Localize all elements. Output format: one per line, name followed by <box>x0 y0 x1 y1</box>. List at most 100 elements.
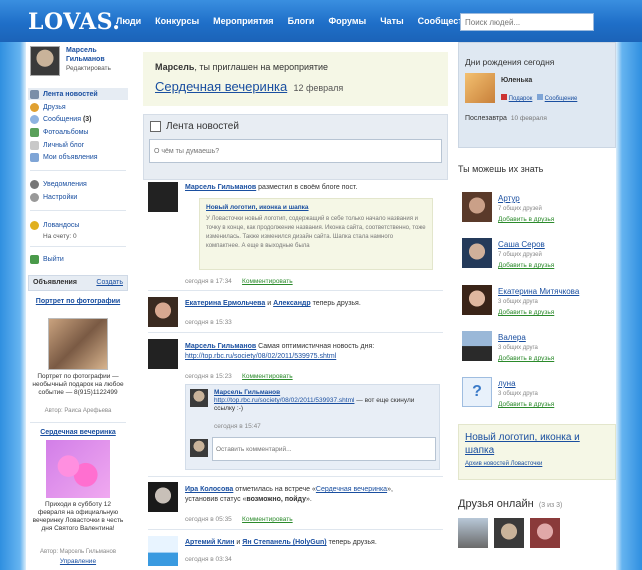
comment-input[interactable] <box>212 437 436 461</box>
feed-author-link[interactable]: Ира Колосова <box>185 486 233 493</box>
common-friends: 3 общих друга <box>498 345 538 351</box>
birthdays-panel: Дни рождения сегодня Юленька Подарок Соо… <box>458 42 616 148</box>
avatar[interactable] <box>148 536 178 566</box>
avatar[interactable] <box>148 297 178 327</box>
add-friend-link[interactable]: Добавить в друзья <box>498 216 554 223</box>
feed-author-link[interactable]: Артемий Клин <box>185 539 234 546</box>
feed-author-link[interactable]: Марсель Гильманов <box>185 184 256 191</box>
nav-events[interactable]: Мероприятия <box>213 16 273 26</box>
add-friend-link[interactable]: Добавить в друзья <box>498 309 554 316</box>
ad-manage-link[interactable]: Управление <box>28 558 128 565</box>
status-input[interactable] <box>149 139 442 163</box>
feed-author-link[interactable]: Марсель Гильманов <box>185 343 256 350</box>
online-friend-avatar[interactable] <box>494 518 524 548</box>
menu-notifications[interactable]: Уведомления <box>30 180 87 189</box>
common-friends: 7 общих друзей <box>498 252 542 258</box>
invite-event-link[interactable]: Сердечная вечеринка <box>155 79 287 94</box>
avatar[interactable] <box>465 73 495 103</box>
create-ad-link[interactable]: Создать <box>96 279 123 286</box>
nav-blogs[interactable]: Блоги <box>288 16 315 26</box>
birthday-person[interactable]: Юленька <box>501 77 532 84</box>
ad-image-hearts[interactable] <box>46 440 110 498</box>
divider <box>148 332 443 333</box>
add-friend-link[interactable]: Добавить в друзья <box>498 262 554 269</box>
friend-name-link[interactable]: Екатерина Митячкова <box>498 287 579 296</box>
nav-chats[interactable]: Чаты <box>380 16 403 26</box>
event-link[interactable]: Сердечная вечеринка <box>316 486 387 493</box>
friend-name-link[interactable]: Саша Серов <box>498 240 545 249</box>
avatar[interactable] <box>462 192 492 222</box>
avatar[interactable] <box>190 389 208 407</box>
nav-contests[interactable]: Конкурсы <box>155 16 199 26</box>
feed-title: Лента новостей <box>166 121 239 132</box>
feed-meta: сегодня в 03:34 <box>185 554 232 563</box>
avatar[interactable] <box>462 331 492 361</box>
menu-feed[interactable]: Лента новостей <box>30 90 98 99</box>
comment-url-link[interactable]: http://top.rbc.ru/society/08/02/2011/539… <box>214 397 354 404</box>
feed-url-link[interactable]: http://top.rbc.ru/society/08/02/2011/539… <box>185 353 336 360</box>
avatar[interactable] <box>148 482 178 512</box>
comment-link[interactable]: Комментировать <box>242 278 293 285</box>
conjunction: и <box>267 300 272 307</box>
nav-forums[interactable]: Форумы <box>328 16 366 26</box>
gift-link[interactable]: Подарок <box>509 96 533 102</box>
blog-news-link[interactable]: Новый логотип, иконка и шапка <box>465 431 609 457</box>
ad-title[interactable]: Сердечная вечеринка <box>28 429 128 436</box>
feed-item-text: Артемий Клин и Ян Степанель (HolyGun) те… <box>185 539 445 546</box>
post-excerpt: У Ловасточки новый логотип, содержащий в… <box>206 216 426 249</box>
feed-time: сегодня в 05:35 <box>185 516 232 523</box>
feed-meta: сегодня в 15:23 Комментировать <box>185 371 293 380</box>
ad-text: Приходи в субботу 12 февраля на официаль… <box>32 501 124 532</box>
feed-item-text: Ира Колосова отметилась на встрече «Серд… <box>185 485 445 505</box>
comment-author-link[interactable]: Марсель Гильманов <box>214 389 280 396</box>
comment-link[interactable]: Комментировать <box>242 516 293 523</box>
question-mark-icon[interactable]: ? <box>462 377 492 407</box>
menu-blog[interactable]: Личный блог <box>30 141 84 150</box>
ad-image-portrait[interactable] <box>48 318 108 370</box>
bell-icon <box>30 180 39 189</box>
divider <box>148 476 443 477</box>
menu-settings[interactable]: Настройки <box>30 193 77 202</box>
user-name[interactable]: Марсель Гильманов <box>66 46 128 64</box>
blog-news-widget: Новый логотип, иконка и шапка Архив ново… <box>458 424 616 480</box>
menu-friends[interactable]: Друзья <box>30 103 66 112</box>
blog-icon <box>30 141 39 150</box>
comment-link[interactable]: Комментировать <box>242 373 293 380</box>
avatar[interactable] <box>462 238 492 268</box>
online-friend-avatar[interactable] <box>458 518 488 548</box>
friend-name-link[interactable]: Валера <box>498 333 526 342</box>
message-link[interactable]: Сообщение <box>545 96 578 102</box>
user-avatar[interactable] <box>30 46 60 76</box>
avatar[interactable] <box>148 339 178 369</box>
birthdays-title: Дни рождения сегодня <box>465 57 555 67</box>
menu-my-ads[interactable]: Мои объявления <box>30 153 98 162</box>
avatar[interactable] <box>462 285 492 315</box>
post-title-link[interactable]: Новый логотип, иконка и шапка <box>206 204 426 211</box>
ad-title[interactable]: Портрет по фотографии <box>28 297 128 306</box>
feed-panel: Лента новостей <box>143 114 448 180</box>
menu-messages[interactable]: Сообщения (3) <box>30 115 92 124</box>
comment-text: Марсель Гильманов http://top.rbc.ru/soci… <box>214 389 434 413</box>
menu-photos[interactable]: Фотоальбомы <box>30 128 88 137</box>
nav-people[interactable]: Люди <box>116 16 141 26</box>
add-friend-link[interactable]: Добавить в друзья <box>498 355 554 362</box>
edit-profile-link[interactable]: Редактировать <box>66 65 111 72</box>
site-logo[interactable]: LOVAS. <box>28 9 120 35</box>
news-archive-link[interactable]: Архив новостей Ловасточки <box>465 461 609 467</box>
status-prefix: установив статус « <box>185 496 247 503</box>
online-count: (3 из 3) <box>538 502 563 509</box>
friend-name-link[interactable]: Артур <box>498 194 520 203</box>
search-input[interactable] <box>460 13 594 31</box>
feed-author2-link[interactable]: Александр <box>273 300 311 307</box>
menu-lovadosy[interactable]: Ловандосы <box>30 221 79 230</box>
add-friend-link[interactable]: Добавить в друзья <box>498 401 554 408</box>
feed-author-link[interactable]: Екатерина Ермольчева <box>185 300 265 307</box>
online-friend-avatar[interactable] <box>530 518 560 548</box>
friend-name-link[interactable]: луна <box>498 379 516 388</box>
ads-header: Объявления Создать <box>28 275 128 291</box>
online-title: Друзья онлайн <box>458 498 534 510</box>
menu-logout[interactable]: Выйти <box>30 255 64 264</box>
feed-author2-link[interactable]: Ян Степанель (HolyGun) <box>242 539 326 546</box>
avatar[interactable] <box>148 182 178 212</box>
photo-icon <box>30 128 39 137</box>
